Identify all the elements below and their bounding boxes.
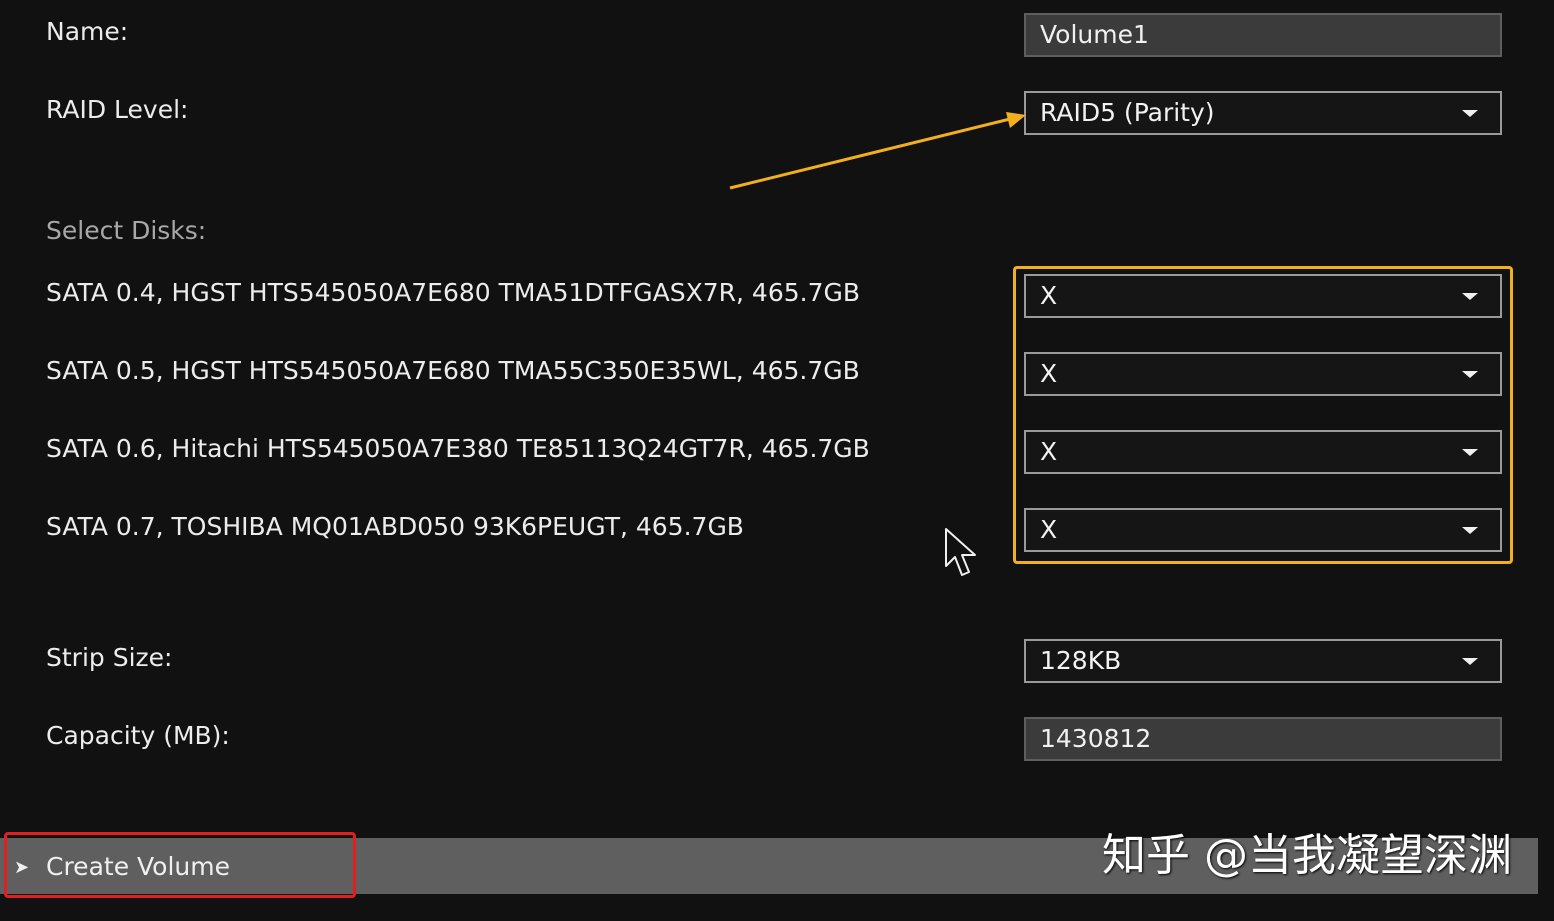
annotation-overlay: [0, 0, 1554, 921]
mouse-cursor-icon: [946, 529, 975, 575]
annotation-arrow-line: [730, 119, 1010, 188]
annotation-arrow-head: [1006, 112, 1026, 128]
